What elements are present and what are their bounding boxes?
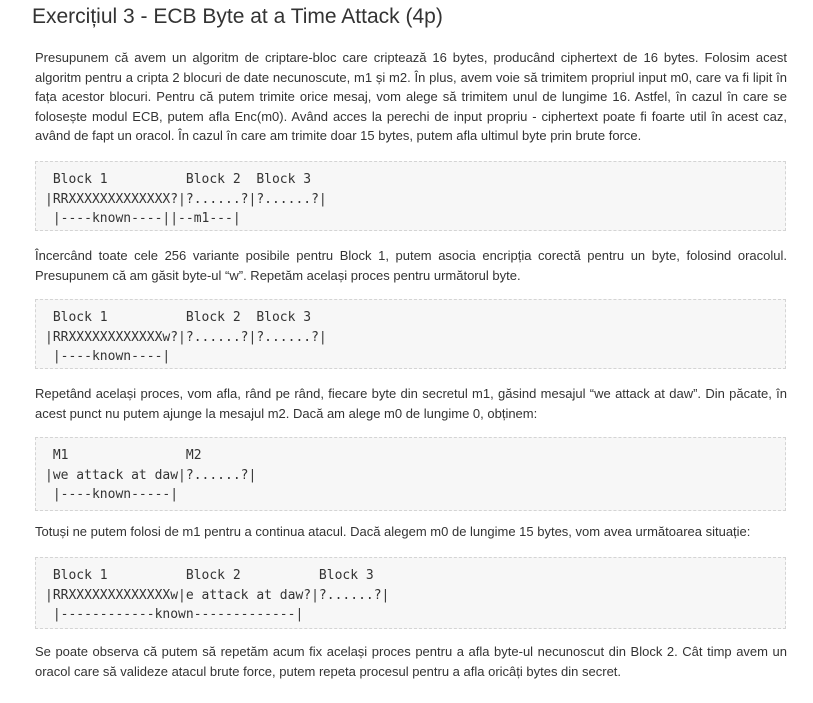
code-block-1: Block 1 Block 2 Block 3 |RRXXXXXXXXXXXXX… xyxy=(35,161,786,231)
paragraph-continue: Totuși ne putem folosi de m1 pentru a co… xyxy=(35,524,751,539)
paragraph-conclusion: Se poate observa că putem să repetăm acu… xyxy=(35,644,787,679)
page-title: Exercițiul 3 - ECB Byte at a Time Attack… xyxy=(32,5,443,28)
code-line: |RRXXXXXXXXXXXXw?|?......?|?......?| xyxy=(45,330,327,345)
paragraph-repeat: Repetând același proces, vom afla, rând … xyxy=(35,386,787,421)
code-block-4: Block 1 Block 2 Block 3 |RRXXXXXXXXXXXXX… xyxy=(35,557,786,629)
code-block-3: M1 M2 |we attack at daw|?......?| |----k… xyxy=(35,437,786,511)
code-line: |----known-----| xyxy=(45,487,179,502)
code-line: Block 1 Block 2 Block 3 xyxy=(45,568,374,583)
code-block-2: Block 1 Block 2 Block 3 |RRXXXXXXXXXXXXw… xyxy=(35,299,786,369)
code-line: |RRXXXXXXXXXXXXXw|e attack at daw?|?....… xyxy=(45,588,390,603)
paragraph-bruteforce: Încercând toate cele 256 variante posibi… xyxy=(35,248,787,283)
code-line: M1 M2 xyxy=(45,448,202,463)
code-line: |we attack at daw|?......?| xyxy=(45,468,257,483)
code-line: Block 1 Block 2 Block 3 xyxy=(45,172,312,187)
code-line: |RRXXXXXXXXXXXXX?|?......?|?......?| xyxy=(45,192,327,207)
code-line: |----known----||--m1---| xyxy=(45,211,241,226)
code-line: |------------known-------------| xyxy=(45,607,304,622)
code-line: Block 1 Block 2 Block 3 xyxy=(45,310,312,325)
paragraph-intro: Presupunem că avem un algoritm de cripta… xyxy=(35,50,787,143)
code-line: |----known----| xyxy=(45,349,171,364)
